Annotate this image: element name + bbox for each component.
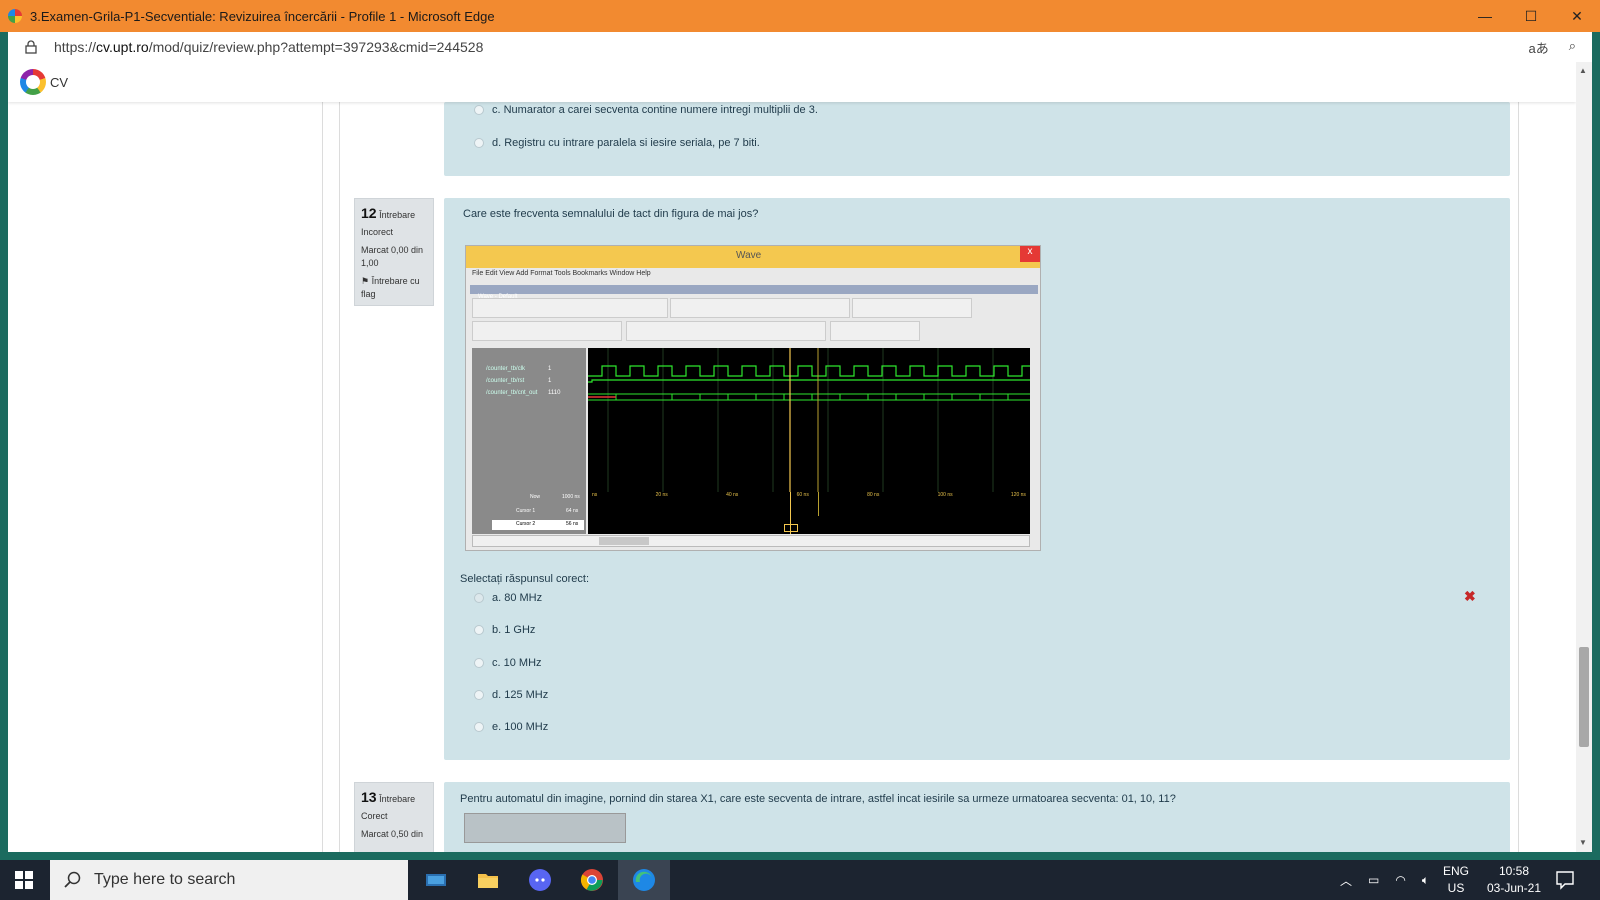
state-diagram-image — [464, 813, 626, 843]
read-aloud-icon[interactable]: aあ — [1528, 38, 1548, 57]
toolbar — [472, 298, 668, 318]
toolbar — [472, 321, 622, 341]
wifi-icon[interactable]: ◠ — [1395, 873, 1405, 887]
search-placeholder: Type here to search — [94, 871, 236, 888]
option-b[interactable]: b. 1 GHz — [474, 624, 535, 636]
column-divider — [322, 102, 323, 852]
zoom-icon[interactable]: ⌕ — [1569, 38, 1576, 57]
question-number: 13 — [361, 789, 377, 805]
radio-icon[interactable] — [474, 722, 484, 732]
edge-profile-icon — [8, 9, 22, 23]
site-name[interactable]: CV — [50, 75, 68, 90]
title-bar: 3.Examen-Grila-P1-Secventiale: Revizuire… — [0, 0, 1600, 32]
file-explorer-icon[interactable] — [462, 860, 514, 900]
page-viewport: CV c. Numarator a carei secventa contine… — [8, 62, 1576, 852]
radio-icon[interactable] — [474, 625, 484, 635]
question-number: 12 — [361, 205, 377, 221]
question-mark: Marcat 0,50 din — [361, 829, 424, 839]
option-c[interactable]: c. 10 MHz — [474, 657, 542, 669]
waveform-screenshot-image: Wave x File Edit View Add Format Tools B… — [465, 245, 1041, 551]
taskbar: Type here to search ︿ ▭ ◠ 🔈︎ ENG US 10:5… — [0, 860, 1600, 900]
column-divider — [1518, 102, 1519, 852]
option-d[interactable]: d. 125 MHz — [474, 689, 548, 701]
minimize-button[interactable]: — — [1462, 0, 1508, 32]
edge-icon[interactable] — [618, 860, 670, 900]
signal-names-panel: /counter_tb/clk /counter_tb/rst /counter… — [472, 348, 586, 492]
wave-menu: File Edit View Add Format Tools Bookmark… — [472, 270, 651, 277]
question-13-info: 13 Întrebare Corect Marcat 0,50 din — [354, 782, 434, 852]
question-mark: Marcat 0,00 din 1,00 — [361, 245, 424, 268]
volume-icon[interactable]: 🔈︎ — [1422, 873, 1429, 888]
search-icon — [64, 871, 81, 888]
close-button[interactable]: ✕ — [1554, 0, 1600, 32]
language-indicator[interactable]: ENG US — [1443, 863, 1469, 900]
radio-icon[interactable] — [474, 658, 484, 668]
discord-icon[interactable] — [514, 860, 566, 900]
question-status: Incorect — [361, 227, 394, 237]
option-a[interactable]: a. 80 MHz — [474, 592, 542, 604]
notification-icon[interactable] — [1555, 870, 1575, 900]
maximize-button[interactable]: ☐ — [1508, 0, 1554, 32]
site-header: CV — [8, 62, 1576, 102]
toolbar — [626, 321, 826, 341]
answer-prompt: Selectați răspunsul corect: — [460, 573, 590, 585]
scrollbar-thumb[interactable] — [1579, 647, 1589, 747]
toolbar — [670, 298, 850, 318]
clock[interactable]: 10:58 03-Jun-21 — [1480, 863, 1548, 900]
cursor-panel: Now 1000 ns Cursor 1 64 ns Cursor 2 56 n… — [472, 492, 586, 534]
wave-title-bar: Wave — [466, 246, 1040, 268]
question-11-option-d[interactable]: d. Registru cu intrare paralela si iesir… — [474, 137, 760, 149]
scroll-down-icon[interactable]: ▼ — [1579, 838, 1587, 847]
question-text: Pentru automatul din imagine, pornind di… — [460, 793, 1176, 805]
taskbar-search[interactable]: Type here to search — [50, 860, 408, 900]
chrome-icon[interactable] — [566, 860, 618, 900]
incorrect-icon: ✖ — [1464, 588, 1476, 604]
address-bar[interactable]: https://cv.upt.ro/mod/quiz/review.php?at… — [8, 32, 1592, 62]
battery-icon[interactable]: ▭ — [1368, 873, 1379, 887]
lock-icon[interactable] — [24, 40, 38, 54]
cv-logo-icon[interactable] — [20, 69, 46, 95]
scroll-up-icon[interactable]: ▲ — [1579, 66, 1587, 75]
url-text[interactable]: https://cv.upt.ro/mod/quiz/review.php?at… — [54, 39, 483, 55]
radio-icon[interactable] — [474, 138, 484, 148]
window-title: 3.Examen-Grila-P1-Secventiale: Revizuire… — [30, 8, 495, 24]
radio-selected-icon[interactable] — [474, 593, 484, 603]
toolbar — [852, 298, 972, 318]
terminal-app-icon[interactable] — [410, 860, 462, 900]
chevron-up-icon[interactable]: ︿ — [1340, 872, 1352, 889]
start-button[interactable] — [0, 860, 48, 900]
option-e[interactable]: e. 100 MHz — [474, 721, 548, 733]
column-divider — [339, 102, 340, 852]
question-status: Corect — [361, 811, 388, 821]
wave-bar: Wave - Default — [470, 285, 1038, 300]
flag-question-link[interactable]: ⚑ Întrebare cu flag — [361, 275, 427, 301]
close-icon: x — [1020, 246, 1040, 262]
question-12-info: 12 Întrebare Incorect Marcat 0,00 din 1,… — [354, 198, 434, 306]
page-scrollbar[interactable]: ▲ ▼ — [1576, 62, 1592, 852]
wave-scrollbar — [472, 535, 1030, 547]
time-axis: ns 20 ns 40 ns 60 ns 80 ns 100 ns 120 ns — [588, 492, 1030, 534]
radio-icon[interactable] — [474, 690, 484, 700]
waveform-plot — [588, 348, 1030, 492]
radio-icon[interactable] — [474, 105, 484, 115]
question-text: Care este frecventa semnalului de tact d… — [463, 208, 759, 220]
toolbar — [830, 321, 920, 341]
question-11-option-c[interactable]: c. Numarator a carei secventa contine nu… — [474, 104, 818, 116]
